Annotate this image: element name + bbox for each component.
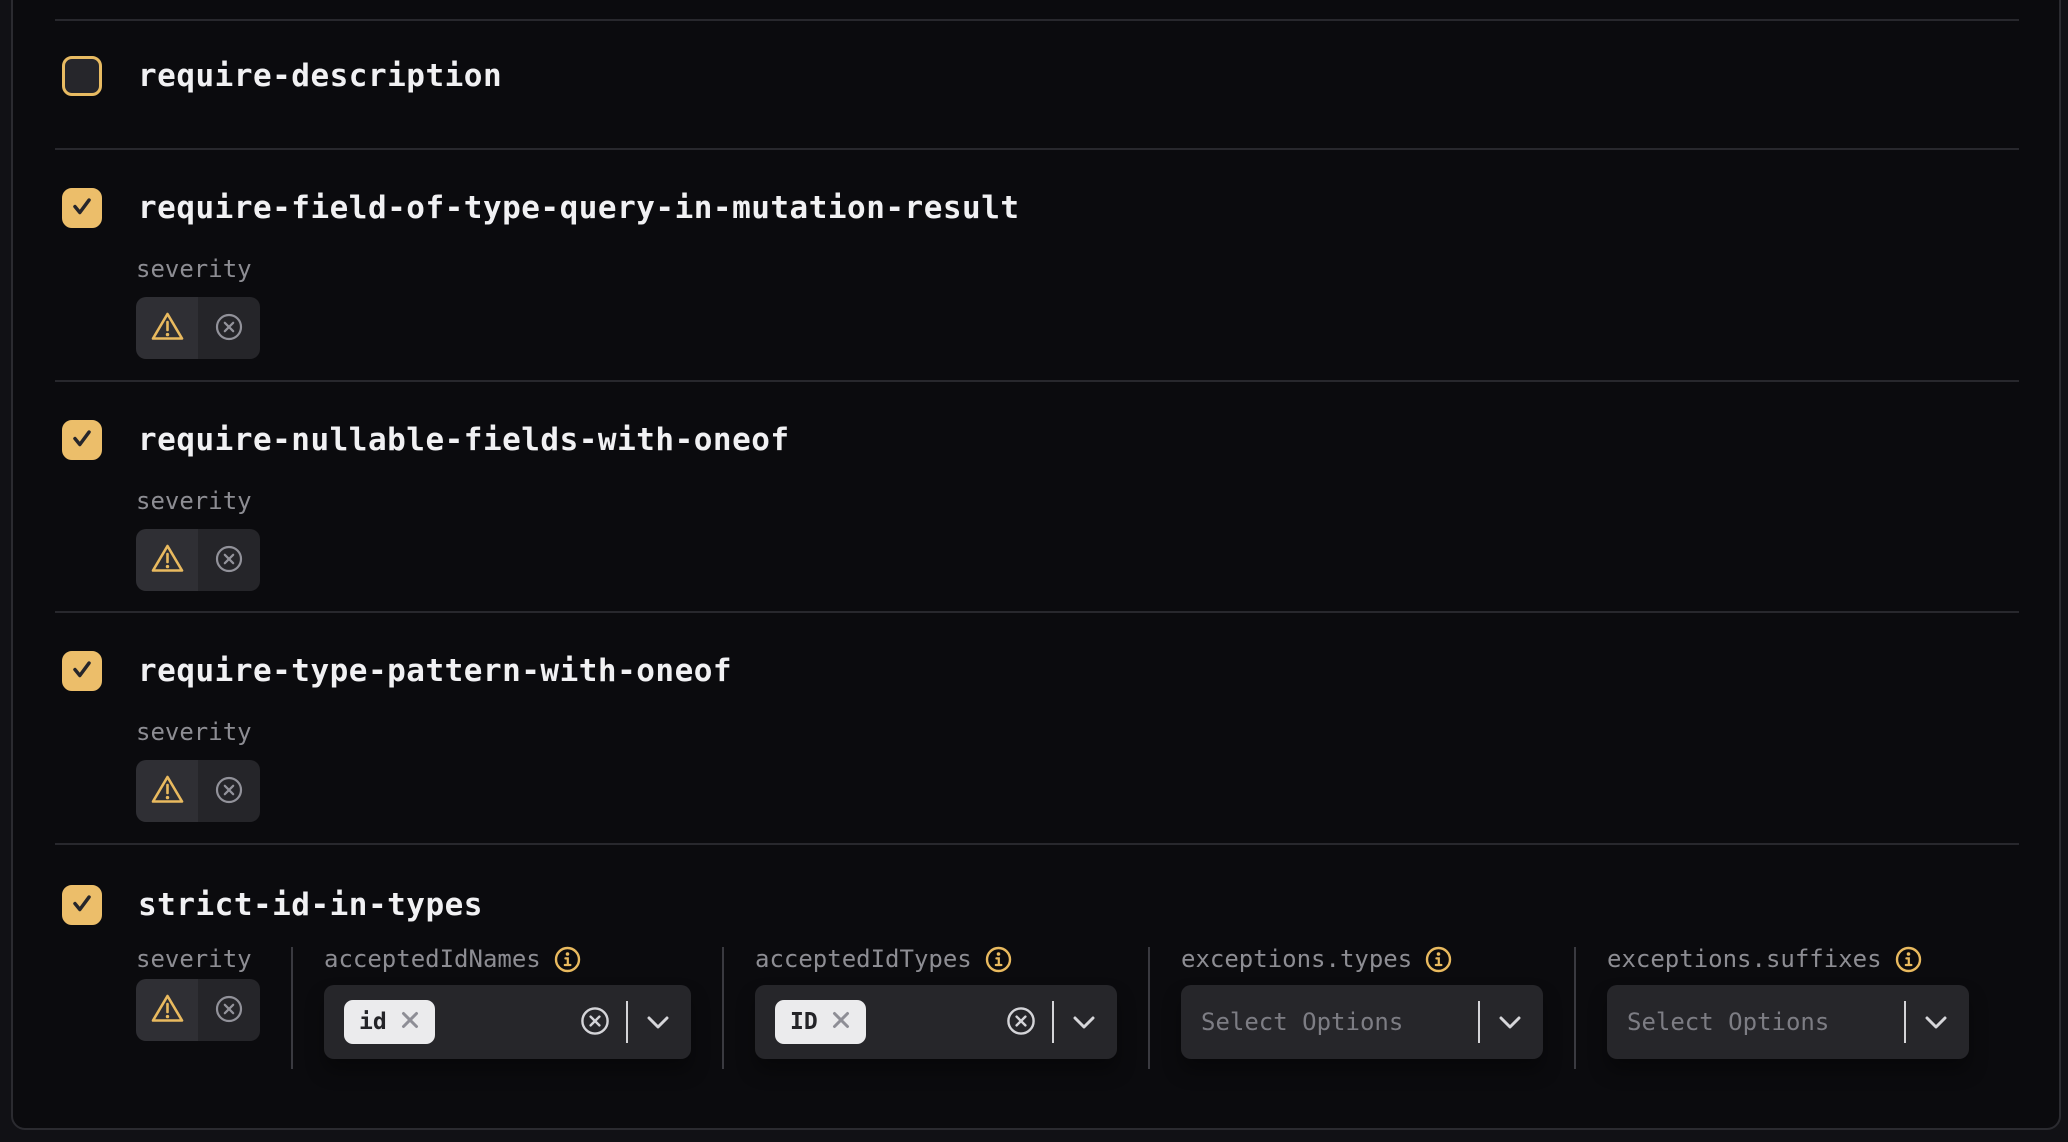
rule-enabled-checkbox[interactable] [62, 651, 102, 691]
field-divider [291, 947, 293, 1069]
acceptedIdTypes-select[interactable]: ID [755, 985, 1117, 1059]
rule-enabled-checkbox[interactable] [62, 420, 102, 460]
severity-label: severity [136, 487, 2019, 515]
rule-name: require-description [138, 58, 502, 94]
rule-name: strict-id-in-types [138, 887, 483, 923]
severity-label: severity [136, 255, 2019, 283]
exceptions-types-label: exceptions.types [1181, 945, 1412, 973]
chevron-down-icon[interactable] [647, 1016, 669, 1029]
rules-panel: require-description require-field-of-typ… [11, 0, 2061, 1130]
acceptedIdNames-field: acceptedIdNames id [324, 947, 691, 1059]
rule-config-row: severity [55, 947, 2019, 1069]
clear-selection-button[interactable] [580, 1006, 610, 1039]
chevron-down-icon[interactable] [1499, 1016, 1521, 1029]
info-icon[interactable] [554, 946, 581, 973]
rule-name: require-nullable-fields-with-oneof [138, 422, 790, 458]
circle-x-icon [214, 775, 244, 808]
circle-x-clear-icon [1006, 1006, 1036, 1039]
severity-off-button[interactable] [198, 760, 260, 822]
warning-triangle-icon [150, 543, 185, 577]
check-icon [69, 425, 95, 455]
severity-toggle-group [136, 529, 260, 591]
severity-label: severity [136, 945, 252, 973]
circle-x-icon [214, 544, 244, 577]
chevron-down-icon[interactable] [1073, 1016, 1095, 1029]
rule-row-require-nullable-fields-with-oneof: require-nullable-fields-with-oneof sever… [55, 380, 2019, 611]
severity-field: severity [136, 947, 260, 1041]
select-placeholder: Select Options [1201, 1008, 1478, 1036]
exceptions-suffixes-label: exceptions.suffixes [1607, 945, 1882, 973]
exceptions-suffixes-field: exceptions.suffixes Select Options [1607, 947, 1969, 1059]
chevron-down-icon[interactable] [1925, 1016, 1947, 1029]
check-icon [69, 656, 95, 686]
rule-name: require-type-pattern-with-oneof [138, 653, 732, 689]
circle-x-icon [214, 312, 244, 345]
info-icon[interactable] [1425, 946, 1452, 973]
acceptedIdNames-label: acceptedIdNames [324, 945, 541, 973]
acceptedIdTypes-label: acceptedIdTypes [755, 945, 972, 973]
warning-triangle-icon [150, 311, 185, 345]
clear-selection-button[interactable] [1006, 1006, 1036, 1039]
rule-row-require-description: require-description [55, 19, 2019, 148]
circle-x-clear-icon [580, 1006, 610, 1039]
value-tag: ID [775, 1000, 866, 1044]
acceptedIdNames-select[interactable]: id [324, 985, 691, 1059]
exceptions-suffixes-select[interactable]: Select Options [1607, 985, 1969, 1059]
select-separator [1478, 1001, 1480, 1043]
severity-toggle-group [136, 297, 260, 359]
exceptions-types-field: exceptions.types Select Options [1181, 947, 1543, 1059]
rule-row-require-field-of-type-query-in-mutation-result: require-field-of-type-query-in-mutation-… [55, 148, 2019, 380]
rule-enabled-checkbox[interactable] [62, 56, 102, 96]
field-divider [1148, 947, 1150, 1069]
tag-label: ID [790, 1009, 818, 1035]
rule-enabled-checkbox[interactable] [62, 885, 102, 925]
remove-tag-icon[interactable] [400, 1010, 420, 1034]
circle-x-icon [214, 994, 244, 1027]
select-separator [1052, 1001, 1054, 1043]
severity-off-button[interactable] [198, 297, 260, 359]
field-divider [1574, 947, 1576, 1069]
rule-row-strict-id-in-types: strict-id-in-types severity [55, 843, 2019, 1128]
warning-triangle-icon [150, 993, 185, 1027]
warning-triangle-icon [150, 774, 185, 808]
acceptedIdTypes-field: acceptedIdTypes ID [755, 947, 1117, 1059]
select-separator [626, 1001, 628, 1043]
rule-name: require-field-of-type-query-in-mutation-… [138, 190, 1020, 226]
exceptions-types-select[interactable]: Select Options [1181, 985, 1543, 1059]
info-icon[interactable] [985, 946, 1012, 973]
check-icon [69, 890, 95, 920]
select-placeholder: Select Options [1627, 1008, 1904, 1036]
remove-tag-icon[interactable] [831, 1010, 851, 1034]
severity-toggle-group [136, 979, 260, 1041]
severity-warn-button[interactable] [136, 529, 198, 591]
severity-off-button[interactable] [198, 979, 260, 1041]
value-tag: id [344, 1000, 435, 1044]
check-icon [69, 193, 95, 223]
severity-warn-button[interactable] [136, 760, 198, 822]
severity-off-button[interactable] [198, 529, 260, 591]
rule-row-require-type-pattern-with-oneof: require-type-pattern-with-oneof severity [55, 611, 2019, 843]
info-icon[interactable] [1895, 946, 1922, 973]
panel-top-spacer [55, 0, 2019, 19]
severity-warn-button[interactable] [136, 297, 198, 359]
tag-label: id [359, 1009, 387, 1035]
severity-warn-button[interactable] [136, 979, 198, 1041]
select-separator [1904, 1001, 1906, 1043]
severity-label: severity [136, 718, 2019, 746]
field-divider [722, 947, 724, 1069]
severity-toggle-group [136, 760, 260, 822]
rule-enabled-checkbox[interactable] [62, 188, 102, 228]
